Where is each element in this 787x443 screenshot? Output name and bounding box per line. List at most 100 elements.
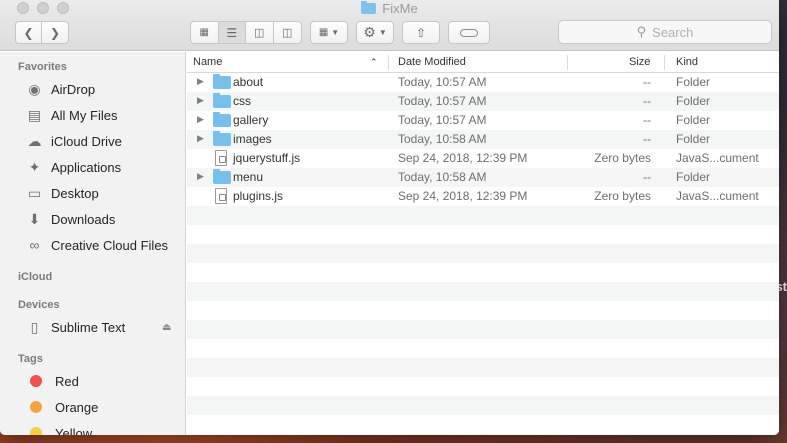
file-date: Sep 24, 2018, 12:39 PM	[398, 151, 528, 165]
sidebar-item-tag-red[interactable]: Red	[26, 370, 79, 392]
column-name[interactable]: Name	[193, 56, 222, 68]
list-view-button[interactable]: ☰	[218, 22, 246, 43]
chevron-down-icon: ▼	[378, 28, 387, 37]
applications-icon: ✦	[28, 158, 41, 175]
disclosure-triangle-icon[interactable]: ▶	[197, 114, 204, 125]
sidebar-item-label: Desktop	[51, 185, 99, 201]
file-size: --	[643, 75, 651, 89]
window-title-text: FixMe	[382, 1, 418, 16]
file-kind: Folder	[676, 94, 711, 108]
finder-window: FixMe ❮ ❯ ▦ ☰ ◫ ◫ ▦ ▼ ⚙ ▼ ⇧ ⚲ Search Fav…	[0, 0, 779, 435]
file-row-jquerystuff[interactable]: jquerystuff.js Sep 24, 2018, 12:39 PM Ze…	[187, 149, 779, 168]
edit-tags-button[interactable]	[448, 21, 490, 44]
file-kind: Folder	[676, 75, 711, 89]
sidebar-item-downloads[interactable]: ⬇ Downloads	[26, 208, 116, 230]
disclosure-triangle-icon[interactable]: ▶	[197, 171, 204, 182]
yellow-tag-dot-icon	[30, 427, 42, 435]
sidebar-item-label: Applications	[51, 159, 122, 175]
icon-view-button[interactable]: ▦	[191, 22, 219, 43]
column-header: Name ⌃ Date Modified Size Kind	[187, 52, 779, 73]
file-row-plugins[interactable]: plugins.js Sep 24, 2018, 12:39 PM Zero b…	[187, 187, 779, 206]
sidebar-item-label: Orange	[55, 399, 99, 415]
file-row-gallery[interactable]: ▶ gallery Today, 10:57 AM -- Folder	[187, 111, 779, 130]
empty-row	[187, 358, 779, 377]
file-row-css[interactable]: ▶ css Today, 10:57 AM -- Folder	[187, 92, 779, 111]
coverflow-view-button[interactable]: ◫	[274, 22, 301, 43]
empty-row	[187, 301, 779, 320]
file-name: images	[233, 132, 272, 146]
sidebar-item-desktop[interactable]: ▭ Desktop	[26, 182, 99, 204]
disclosure-triangle-icon[interactable]: ▶	[197, 95, 204, 106]
sidebar-item-tag-orange[interactable]: Orange	[26, 396, 98, 418]
list-icon: ☰	[226, 25, 238, 40]
action-button[interactable]: ⚙ ▼	[356, 21, 394, 44]
titlebar: FixMe ❮ ❯ ▦ ☰ ◫ ◫ ▦ ▼ ⚙ ▼ ⇧ ⚲ Search	[0, 0, 779, 51]
search-input[interactable]: ⚲ Search	[558, 20, 772, 44]
tag-icon	[460, 28, 478, 37]
back-button[interactable]: ❮	[16, 22, 43, 43]
share-icon: ⇧	[415, 25, 427, 40]
folder-icon	[213, 93, 231, 108]
file-size: --	[643, 170, 651, 184]
folder-icon	[361, 1, 377, 14]
column-separator	[388, 55, 389, 70]
file-date: Today, 10:57 AM	[398, 94, 487, 108]
folder-icon	[213, 112, 231, 127]
desktop-icon: ▭	[27, 184, 42, 201]
icloud-heading: iCloud	[18, 271, 53, 283]
sidebar-item-icloud-drive[interactable]: ☁ iCloud Drive	[26, 130, 122, 152]
empty-row	[187, 396, 779, 415]
disclosure-triangle-icon[interactable]: ▶	[197, 133, 204, 144]
file-kind: Folder	[676, 132, 711, 146]
sidebar-item-label: Sublime Text	[51, 319, 126, 335]
empty-row	[187, 206, 779, 225]
file-row-images[interactable]: ▶ images Today, 10:58 AM -- Folder	[187, 130, 779, 149]
forward-button[interactable]: ❯	[42, 22, 68, 43]
file-name: gallery	[233, 113, 269, 127]
empty-row	[187, 434, 779, 435]
sidebar-item-all-my-files[interactable]: ▤ All My Files	[26, 104, 118, 126]
empty-row	[187, 244, 779, 263]
sidebar-item-label: AirDrop	[51, 81, 96, 97]
sidebar-item-tag-yellow[interactable]: Yellow	[26, 422, 92, 435]
search-icon: ⚲	[636, 24, 647, 39]
column-size[interactable]: Size	[629, 56, 650, 68]
empty-row	[187, 263, 779, 282]
view-mode-control: ▦ ☰ ◫ ◫	[190, 21, 302, 44]
downloads-icon: ⬇	[28, 210, 41, 227]
tags-heading: Tags	[18, 353, 43, 365]
file-kind: Folder	[676, 170, 711, 184]
sidebar-item-airdrop[interactable]: ◉ AirDrop	[26, 78, 95, 100]
file-kind: JavaS...cument	[676, 189, 759, 203]
arrange-button[interactable]: ▦ ▼	[310, 21, 348, 44]
column-kind[interactable]: Kind	[676, 56, 698, 68]
eject-icon[interactable]: ⏏	[162, 322, 171, 333]
chevron-down-icon: ▼	[331, 28, 340, 37]
sidebar-item-creative-cloud-files[interactable]: ∞ Creative Cloud Files	[26, 234, 169, 256]
file-row-about[interactable]: ▶ about Today, 10:57 AM -- Folder	[187, 73, 779, 92]
file-row-menu[interactable]: ▶ menu Today, 10:58 AM -- Folder	[187, 168, 779, 187]
file-date: Today, 10:58 AM	[398, 132, 487, 146]
file-size: Zero bytes	[594, 151, 651, 165]
sidebar-item-applications[interactable]: ✦ Applications	[26, 156, 121, 178]
empty-row	[187, 282, 779, 301]
file-name: menu	[233, 170, 264, 184]
orange-tag-dot-icon	[30, 401, 42, 413]
file-size: --	[643, 94, 651, 108]
column-view-button[interactable]: ◫	[246, 22, 274, 43]
disclosure-triangle-icon[interactable]: ▶	[197, 76, 204, 87]
disk-icon: ▯	[30, 318, 39, 335]
coverflow-icon: ◫	[282, 27, 293, 39]
cloud-icon: ☁	[27, 132, 42, 149]
chevron-left-icon: ❮	[23, 25, 34, 40]
search-placeholder: Search	[652, 24, 694, 40]
column-date-modified[interactable]: Date Modified	[398, 56, 466, 68]
share-button[interactable]: ⇧	[402, 21, 440, 44]
sidebar-item-sublime-text[interactable]: ▯ Sublime Text	[26, 316, 126, 338]
file-name: plugins.js	[233, 189, 284, 203]
file-name: about	[233, 75, 264, 89]
empty-row	[187, 225, 779, 244]
columns-icon: ◫	[254, 27, 265, 39]
sidebar-item-label: Yellow	[55, 425, 93, 436]
javascript-file-icon	[215, 150, 227, 166]
